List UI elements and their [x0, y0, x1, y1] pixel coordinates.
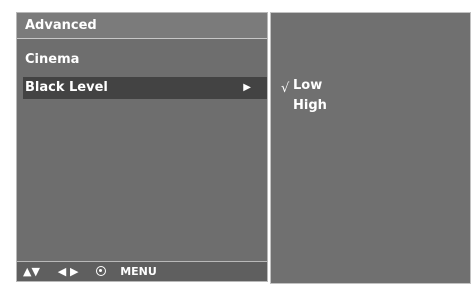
navigation-hint-bar: ▲▼ ◀ ▶ MENU — [17, 261, 267, 281]
ok-circle-icon — [96, 266, 107, 276]
menu-item-black-level[interactable]: Black Level ▶ — [23, 77, 267, 99]
submenu-arrow-icon: ▶ — [243, 82, 251, 93]
black-level-submenu: √ Low High — [270, 12, 471, 284]
menu-hint-label: MENU — [120, 265, 157, 278]
checkmark-icon: √ — [281, 81, 290, 96]
advanced-menu-panel: Advanced Cinema Black Level ▶ ▲▼ ◀ ▶ MEN… — [16, 12, 268, 282]
option-label: Low — [293, 78, 323, 93]
menu-item-cinema[interactable]: Cinema — [23, 49, 267, 71]
menu-title: Advanced — [17, 13, 267, 39]
option-label: High — [293, 98, 327, 113]
option-high[interactable]: High — [293, 96, 327, 116]
menu-item-label: Cinema — [25, 52, 80, 67]
option-low[interactable]: Low — [293, 76, 322, 96]
left-right-arrows-icon: ◀ ▶ — [57, 265, 79, 278]
menu-item-label: Black Level — [25, 80, 108, 95]
up-down-arrows-icon: ▲▼ — [23, 265, 40, 278]
